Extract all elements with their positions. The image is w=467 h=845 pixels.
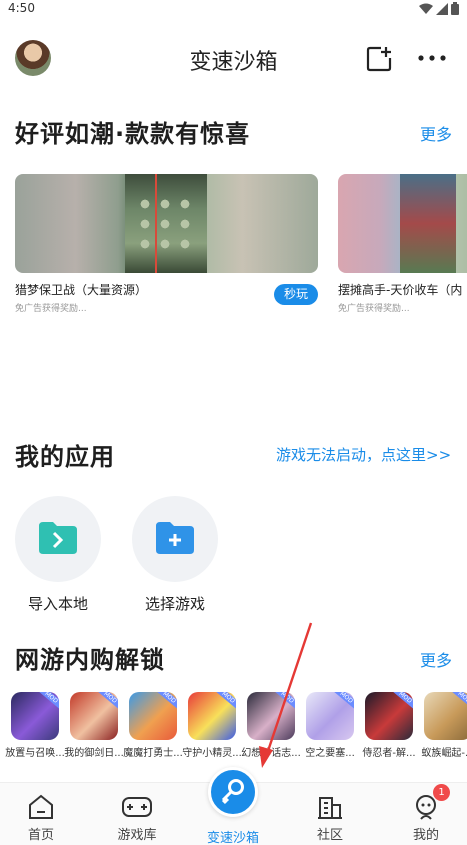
more-options-button[interactable]	[417, 48, 447, 68]
nav-item-game-library[interactable]: 游戏库	[102, 792, 172, 843]
select-game-label: 选择游戏	[144, 595, 205, 613]
game-label: 蚁族崛起-...	[421, 748, 467, 759]
nav-label: 我的	[412, 828, 439, 843]
nav-item-home[interactable]: 首页	[6, 792, 76, 843]
add-square-icon	[366, 46, 392, 72]
page-title: 变速沙箱	[189, 50, 278, 75]
gamepad-icon	[122, 797, 152, 817]
unlock-section-title: 网游内购解锁	[15, 646, 165, 674]
key-icon	[221, 779, 244, 805]
import-local-button[interactable]: 导入本地	[15, 496, 101, 614]
import-local-label: 导入本地	[27, 595, 88, 613]
select-game-button[interactable]: 选择游戏	[132, 496, 218, 614]
mod-badge: MOD	[334, 692, 354, 709]
game-label: 守护小精灵...	[182, 748, 242, 759]
game-label: 魔魔打勇士...	[123, 748, 183, 759]
game-label: 我的御剑日...	[64, 748, 124, 759]
nav-label: 游戏库	[117, 828, 157, 843]
game-icon: MOD	[129, 692, 177, 740]
mod-badge: MOD	[98, 692, 118, 709]
mod-badge: MOD	[393, 692, 413, 709]
nav-label: 首页	[27, 828, 54, 843]
game-icon: MOD	[365, 692, 413, 740]
launch-help-link[interactable]: 游戏无法启动，点这里>>	[276, 444, 451, 465]
card-title: 猎梦保卫战（大量资源）	[15, 283, 148, 297]
nav-label: 变速沙箱	[206, 831, 259, 845]
game-icon: MOD	[11, 692, 59, 740]
battery-icon	[451, 2, 459, 15]
card-thumbnail	[338, 174, 467, 273]
unlock-more-link[interactable]: 更多	[420, 647, 452, 671]
mod-badge: MOD	[216, 692, 236, 709]
game-label: 放置与召唤...	[5, 748, 65, 759]
notification-badge: 1	[433, 784, 450, 801]
featured-card[interactable]: 猎梦保卫战（大量资源） 免广告获得奖励...	[15, 174, 318, 314]
mod-badge: MOD	[452, 692, 467, 709]
card-title: 摆摊高手-天价收车（内	[338, 283, 463, 297]
game-icon: MOD	[424, 692, 467, 740]
wifi-icon	[419, 3, 433, 14]
featured-card[interactable]: 摆摊高手-天价收车（内 免广告获得奖励...	[338, 174, 467, 314]
game-item[interactable]: MOD 守护小精灵...	[182, 692, 242, 759]
game-icon: MOD	[70, 692, 118, 740]
mod-badge: MOD	[157, 692, 177, 709]
more-icon	[418, 55, 446, 61]
game-item[interactable]: MOD 魔魔打勇士...	[123, 692, 183, 759]
app-circle	[132, 496, 218, 582]
add-button[interactable]	[364, 44, 394, 74]
game-item[interactable]: MOD 放置与召唤...	[5, 692, 65, 759]
nav-item-community[interactable]: 社区	[295, 792, 365, 843]
app-circle	[15, 496, 101, 582]
card-subtitle: 免广告获得奖励...	[15, 304, 87, 314]
game-icon: MOD	[188, 692, 236, 740]
nav-label: 社区	[316, 828, 343, 843]
featured-more-link[interactable]: 更多	[420, 121, 452, 145]
status-bar: 4:50	[0, 0, 467, 20]
game-item[interactable]: MOD 蚁族崛起-...	[420, 692, 467, 759]
status-time: 4:50	[8, 1, 35, 15]
game-item[interactable]: MOD 我的御剑日...	[64, 692, 124, 759]
speed-sandbox-nav-button[interactable]	[208, 767, 258, 817]
nav-item-profile[interactable]: 我的	[391, 792, 461, 843]
folder-import-icon	[39, 522, 77, 554]
game-item[interactable]: MOD 侍忍者-解...	[361, 692, 417, 759]
status-icons	[419, 2, 459, 15]
community-building-icon	[318, 797, 342, 819]
my-apps-title: 我的应用	[15, 443, 115, 471]
card-thumbnail	[15, 174, 318, 273]
signal-icon	[436, 2, 448, 15]
home-icon	[29, 794, 53, 819]
featured-section-title: 好评如潮·款款有惊喜	[15, 120, 251, 148]
game-label: 侍忍者-解...	[362, 748, 416, 759]
nav-item-speed-sandbox[interactable]: 变速沙箱	[198, 827, 268, 845]
folder-add-icon	[156, 522, 194, 554]
mod-badge: MOD	[39, 692, 59, 709]
annotation-arrow	[259, 622, 313, 768]
instant-play-button[interactable]: 秒玩	[274, 284, 318, 305]
card-subtitle: 免广告获得奖励...	[338, 304, 410, 314]
